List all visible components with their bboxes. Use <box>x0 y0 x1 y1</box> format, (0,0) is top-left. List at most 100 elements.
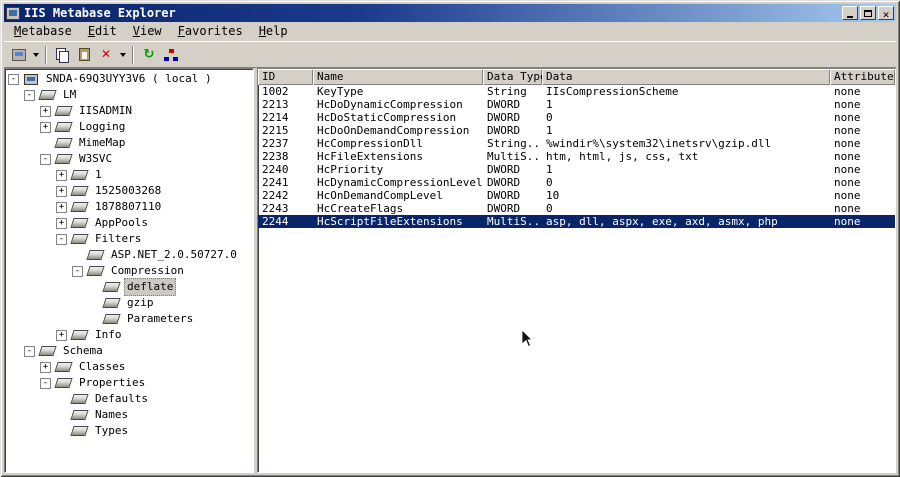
column-header-data[interactable]: Data <box>542 69 830 85</box>
table-row[interactable]: 2215 HcDoOnDemandCompression DWORD 1 none <box>258 124 895 137</box>
tree-label[interactable]: W3SVC <box>76 151 115 167</box>
copy-button[interactable] <box>51 44 73 66</box>
tree-item[interactable]: - Filters <box>5 231 253 247</box>
paste-button[interactable] <box>73 44 95 66</box>
refresh-button[interactable] <box>138 44 160 66</box>
table-row[interactable]: 2238 HcFileExtensions MultiS... htm, html, … <box>258 150 895 163</box>
tree-label[interactable]: Defaults <box>92 391 151 407</box>
tree-item[interactable]: +1878807110 <box>5 199 253 215</box>
delete-button[interactable] <box>95 44 117 66</box>
delete-dropdown-button[interactable] <box>117 44 128 66</box>
title-bar[interactable]: IIS Metabase Explorer <box>4 4 896 22</box>
menu-metabase[interactable]: Metabase <box>6 23 80 40</box>
connect-dropdown-button[interactable] <box>30 44 41 66</box>
tree-item[interactable]: - Properties <box>5 375 253 391</box>
expand-icon[interactable]: + <box>40 121 51 133</box>
collapse-icon[interactable]: - <box>40 377 51 389</box>
tree-item[interactable]: + Info <box>5 327 253 343</box>
tree-label[interactable]: Schema <box>60 343 106 359</box>
tree-item[interactable]: deflate <box>5 278 253 296</box>
window-title: IIS Metabase Explorer <box>24 6 176 20</box>
tree-item[interactable]: Parameters <box>5 311 253 327</box>
column-header-attributes[interactable]: Attributes <box>830 69 895 85</box>
collapse-icon[interactable]: - <box>40 153 51 165</box>
expand-icon[interactable]: + <box>56 185 67 197</box>
tree-item[interactable]: +1525003268 <box>5 183 253 199</box>
maximize-button[interactable] <box>860 6 876 20</box>
expand-icon[interactable]: + <box>56 169 67 181</box>
tree-item[interactable]: - LM <box>5 87 253 103</box>
expand-icon[interactable]: + <box>56 329 67 341</box>
collapse-icon[interactable]: - <box>56 233 67 245</box>
tree-item[interactable]: + IISADMIN <box>5 103 253 119</box>
collapse-icon[interactable]: - <box>72 265 83 277</box>
tree-label[interactable]: deflate <box>124 278 177 296</box>
tree-view-button[interactable] <box>160 44 182 66</box>
tree-item[interactable]: Defaults <box>5 391 253 407</box>
collapse-icon[interactable]: - <box>24 345 35 357</box>
tree-label[interactable]: Compression <box>108 263 187 279</box>
tree-label[interactable]: Properties <box>76 375 148 391</box>
tree-label[interactable]: SNDA-69Q3UYY3V6 ( local ) <box>43 71 215 87</box>
tree-label[interactable]: Parameters <box>124 311 196 327</box>
tree-item[interactable]: MimeMap <box>5 135 253 151</box>
table-row[interactable]: 2237 HcCompressionDll String... %windir%\sy… <box>258 137 895 150</box>
expand-icon[interactable]: + <box>40 361 51 373</box>
tree-label[interactable]: Filters <box>92 231 144 247</box>
tree-label[interactable]: Info <box>92 327 125 343</box>
tree-label[interactable]: MimeMap <box>76 135 128 151</box>
menu-view[interactable]: View <box>125 23 170 40</box>
tree-item[interactable]: + Classes <box>5 359 253 375</box>
tree-item[interactable]: Types <box>5 423 253 439</box>
tree-label[interactable]: Classes <box>76 359 128 375</box>
column-header-data-type[interactable]: Data Type <box>483 69 542 85</box>
table-row[interactable]: 2213 HcDoDynamicCompression DWORD 1 none <box>258 98 895 111</box>
minimize-button[interactable] <box>842 6 858 20</box>
tree-item[interactable]: - Schema <box>5 343 253 359</box>
tree-label[interactable]: 1878807110 <box>92 199 164 215</box>
metabase-key-icon <box>102 282 121 292</box>
tree-label[interactable]: LM <box>60 87 79 103</box>
table-row[interactable]: 2241 HcDynamicCompressionLevel DWORD 0 none <box>258 176 895 189</box>
menu-favorites[interactable]: Favorites <box>170 23 251 40</box>
metabase-key-icon <box>38 346 57 356</box>
tree-label[interactable]: AppPools <box>92 215 151 231</box>
table-row[interactable]: 1002 KeyType String IIsCompressionScheme non… <box>258 85 895 98</box>
close-button[interactable] <box>878 6 894 20</box>
tree-label[interactable]: 1 <box>92 167 105 183</box>
tree-label[interactable]: 1525003268 <box>92 183 164 199</box>
collapse-icon[interactable]: - <box>8 73 19 85</box>
table-row[interactable]: 2244 HcScriptFileExtensions MultiS... asp, … <box>258 215 895 228</box>
column-header-name[interactable]: Name <box>313 69 483 85</box>
table-row[interactable]: 2243 HcCreateFlags DWORD 0 none <box>258 202 895 215</box>
tree-item[interactable]: + Logging <box>5 119 253 135</box>
cell-data: htm, html, js, css, txt <box>546 150 699 163</box>
expand-icon[interactable]: + <box>40 105 51 117</box>
menu-help[interactable]: Help <box>251 23 296 40</box>
table-row[interactable]: 2214 HcDoStaticCompression DWORD 0 none <box>258 111 895 124</box>
collapse-icon[interactable]: - <box>24 89 35 101</box>
tree-item[interactable]: - W3SVC <box>5 151 253 167</box>
tree-label[interactable]: IISADMIN <box>76 103 135 119</box>
table-row[interactable]: 2242 HcOnDemandCompLevel DWORD 10 none <box>258 189 895 202</box>
tree-item[interactable]: + AppPools <box>5 215 253 231</box>
cell-attributes: none <box>834 124 861 137</box>
table-row[interactable]: 2240 HcPriority DWORD 1 none <box>258 163 895 176</box>
expand-icon[interactable]: + <box>56 217 67 229</box>
cell-name: HcDoOnDemandCompression <box>317 124 470 137</box>
tree-item[interactable]: Names <box>5 407 253 423</box>
tree-item[interactable]: +1 <box>5 167 253 183</box>
menu-edit[interactable]: Edit <box>80 23 125 40</box>
tree-label[interactable]: Types <box>92 423 131 439</box>
tree-label[interactable]: gzip <box>124 295 157 311</box>
tree-label[interactable]: Logging <box>76 119 128 135</box>
tree-label[interactable]: Names <box>92 407 131 423</box>
tree-item[interactable]: - Compression <box>5 263 253 279</box>
expand-icon[interactable]: + <box>56 201 67 213</box>
tree-item[interactable]: gzip <box>5 295 253 311</box>
tree-item[interactable]: - SNDA-69Q3UYY3V6 ( local ) <box>5 71 253 87</box>
column-header-id[interactable]: ID <box>258 69 313 85</box>
connect-button[interactable] <box>8 44 30 66</box>
tree-label[interactable]: ASP.NET_2.0.50727.0 <box>108 247 240 263</box>
tree-item[interactable]: ASP.NET_2.0.50727.0 <box>5 247 253 263</box>
